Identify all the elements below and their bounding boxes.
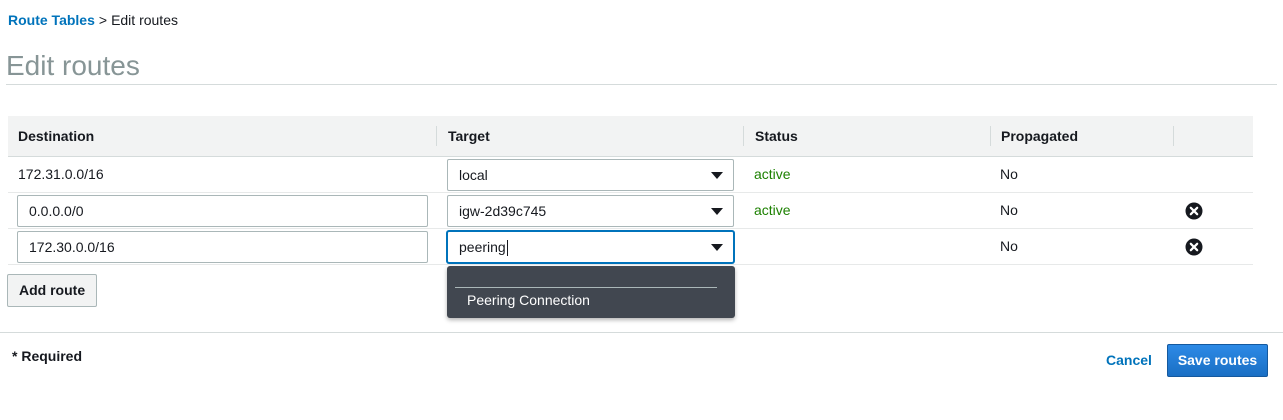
target-select[interactable]: local bbox=[447, 159, 734, 191]
cancel-button[interactable]: Cancel bbox=[1106, 352, 1152, 368]
column-divider bbox=[436, 126, 437, 146]
destination-input[interactable]: 0.0.0.0/0 bbox=[17, 195, 428, 227]
table-row: 172.31.0.0/16 local active No bbox=[8, 157, 1253, 193]
column-header-propagated: Propagated bbox=[1001, 128, 1079, 144]
table-row: 0.0.0.0/0 igw-2d39c745 active No bbox=[8, 193, 1253, 229]
table-row: 172.30.0.0/16 peering No bbox=[8, 229, 1253, 265]
page-title: Edit routes bbox=[6, 50, 140, 81]
propagated-value: No bbox=[1000, 166, 1018, 182]
column-divider bbox=[743, 126, 744, 146]
breadcrumb-separator: > bbox=[98, 12, 108, 28]
title-divider bbox=[6, 84, 1277, 85]
target-select-value: igw-2d39c745 bbox=[459, 203, 547, 219]
destination-input[interactable]: 172.30.0.0/16 bbox=[17, 231, 428, 263]
target-select[interactable]: peering bbox=[447, 231, 734, 263]
footer-divider bbox=[0, 332, 1283, 333]
breadcrumb: Route Tables > Edit routes bbox=[8, 12, 178, 28]
target-select-value: local bbox=[459, 167, 488, 183]
status-value: active bbox=[754, 166, 791, 182]
status-value: active bbox=[754, 202, 791, 218]
routes-table: Destination Target Status Propagated 172… bbox=[8, 116, 1253, 265]
table-header: Destination Target Status Propagated bbox=[8, 116, 1253, 157]
caret-down-icon bbox=[711, 208, 723, 215]
caret-down-icon bbox=[711, 172, 723, 179]
add-route-button[interactable]: Add route bbox=[7, 274, 98, 307]
close-circle-icon[interactable] bbox=[1185, 202, 1203, 220]
target-dropdown-menu: Peering Connection bbox=[447, 266, 735, 318]
column-header-target: Target bbox=[448, 128, 490, 144]
required-note: * Required bbox=[12, 348, 83, 364]
column-divider bbox=[1173, 126, 1174, 146]
caret-down-icon bbox=[711, 244, 723, 251]
breadcrumb-route-tables-link[interactable]: Route Tables bbox=[8, 12, 95, 28]
dropdown-divider bbox=[455, 287, 717, 288]
destination-value: 172.31.0.0/16 bbox=[18, 166, 104, 182]
close-circle-icon[interactable] bbox=[1185, 238, 1203, 256]
target-select-value: peering bbox=[459, 239, 506, 255]
propagated-value: No bbox=[1000, 202, 1018, 218]
save-routes-button[interactable]: Save routes bbox=[1167, 344, 1268, 377]
column-header-destination: Destination bbox=[18, 128, 95, 144]
text-cursor bbox=[506, 240, 508, 257]
dropdown-item-peering-connection[interactable]: Peering Connection bbox=[467, 291, 590, 309]
propagated-value: No bbox=[1000, 238, 1018, 254]
column-header-status: Status bbox=[755, 128, 798, 144]
target-select[interactable]: igw-2d39c745 bbox=[447, 195, 734, 227]
breadcrumb-current: Edit routes bbox=[111, 12, 178, 28]
